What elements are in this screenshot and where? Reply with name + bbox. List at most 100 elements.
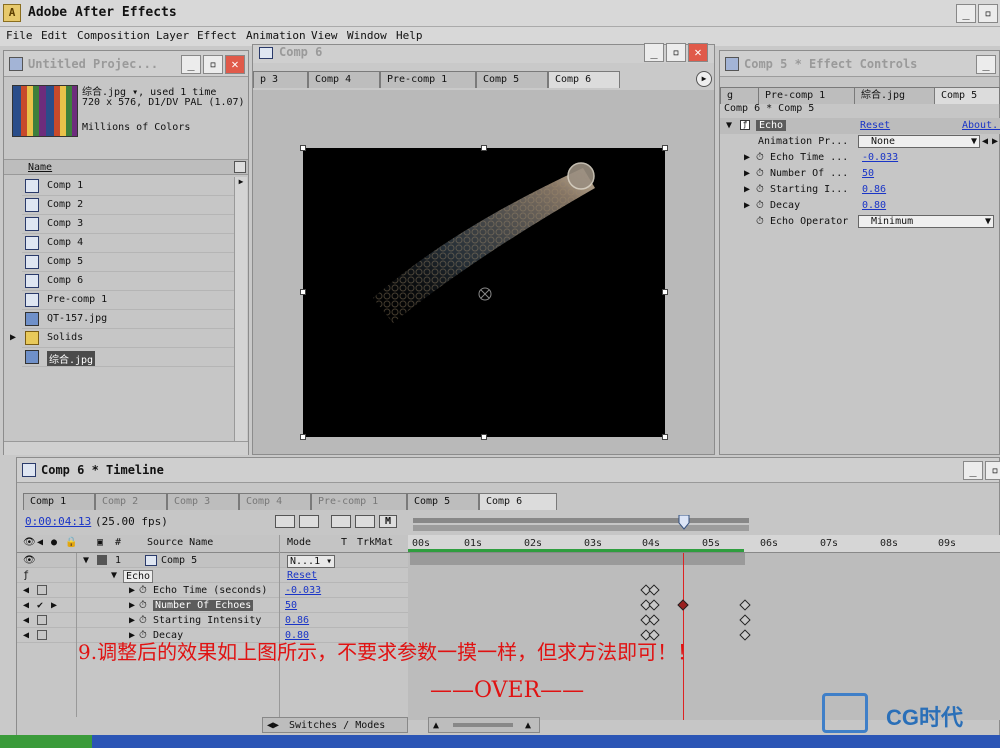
- transform-handle[interactable]: [300, 145, 306, 151]
- tab-comp-3[interactable]: p 3: [253, 71, 308, 88]
- property-value[interactable]: -0.033: [285, 585, 321, 596]
- expand-arrow-icon[interactable]: ▶: [744, 200, 750, 211]
- effect-tab[interactable]: g: [720, 87, 760, 104]
- project-item[interactable]: Comp 2: [22, 196, 234, 215]
- motion-blur-icon[interactable]: [299, 515, 319, 528]
- minimize-button[interactable]: _: [956, 4, 976, 23]
- expand-arrow-icon[interactable]: ▶: [10, 332, 16, 343]
- lock-icon[interactable]: 🔒: [65, 537, 77, 548]
- animation-presets-dropdown[interactable]: None ▼: [858, 135, 980, 148]
- expand-arrow-icon[interactable]: ▶: [129, 615, 135, 626]
- composition-canvas[interactable]: [300, 145, 668, 440]
- number-of-echoes-value[interactable]: 50: [862, 168, 874, 179]
- scroll-right-icon[interactable]: ▶: [235, 177, 247, 189]
- prev-preset-icon[interactable]: ◀: [982, 136, 988, 147]
- project-close-icon[interactable]: ✕: [225, 55, 245, 74]
- timeline-tab-comp-6[interactable]: Comp 6: [479, 493, 557, 510]
- markers-icon[interactable]: M: [379, 515, 397, 528]
- property-value[interactable]: 0.86: [285, 615, 309, 626]
- zoom-track[interactable]: [453, 723, 513, 727]
- effect-tab-comp-5[interactable]: Comp 5: [934, 87, 1000, 104]
- transform-handle[interactable]: [662, 145, 668, 151]
- transform-handle[interactable]: [662, 434, 668, 440]
- layer-duration-bar[interactable]: [410, 553, 745, 565]
- start-button[interactable]: [0, 735, 92, 748]
- tab-comp-4[interactable]: Comp 4: [308, 71, 380, 88]
- menu-animation[interactable]: Animation: [246, 29, 306, 42]
- viewer-maximize-button[interactable]: ▫: [666, 43, 686, 62]
- transform-handle[interactable]: [662, 289, 668, 295]
- keyframe-nav-icon[interactable]: ◀: [23, 600, 29, 611]
- work-area-bar[interactable]: [413, 518, 749, 523]
- timeline-tab[interactable]: Comp 1: [23, 493, 95, 510]
- add-keyframe-checkbox[interactable]: [37, 630, 47, 640]
- frame-blending-icon[interactable]: [355, 515, 375, 528]
- stopwatch-icon[interactable]: ⏱: [139, 600, 147, 611]
- echo-operator-dropdown[interactable]: Minimum ▼: [858, 215, 994, 228]
- project-item[interactable]: ▶ Solids: [10, 329, 234, 348]
- tab-comp-5[interactable]: Comp 5: [476, 71, 548, 88]
- draft-3d-icon[interactable]: [331, 515, 351, 528]
- project-item[interactable]: Comp 1: [22, 177, 234, 196]
- menu-window[interactable]: Window: [347, 29, 387, 42]
- decay-value[interactable]: 0.80: [862, 200, 886, 211]
- column-options-icon[interactable]: [234, 161, 246, 173]
- stopwatch-icon[interactable]: ⏱: [756, 168, 764, 179]
- label-color-icon[interactable]: [97, 555, 107, 565]
- project-item[interactable]: Comp 6: [22, 272, 234, 291]
- menu-composition[interactable]: Composition: [77, 29, 150, 42]
- stopwatch-icon[interactable]: ⏱: [139, 585, 147, 596]
- expand-arrow-icon[interactable]: ▶: [129, 600, 135, 611]
- next-preset-icon[interactable]: ▶: [992, 136, 998, 147]
- transform-handle[interactable]: [481, 145, 487, 151]
- project-item[interactable]: Comp 5: [22, 253, 234, 272]
- effect-about-link[interactable]: About...: [962, 120, 1000, 131]
- echo-time-value[interactable]: -0.033: [862, 152, 898, 163]
- stopwatch-icon[interactable]: ⏱: [756, 184, 764, 195]
- eye-icon[interactable]: 👁: [23, 537, 36, 548]
- viewer-minimize-button[interactable]: _: [644, 43, 664, 62]
- effect-reset-link[interactable]: Reset: [860, 120, 890, 131]
- effect-minimize-button[interactable]: _: [976, 55, 996, 74]
- menu-view[interactable]: View: [311, 29, 338, 42]
- collapse-arrow-icon[interactable]: ▼: [726, 120, 732, 131]
- timeline-minimize-button[interactable]: _: [963, 461, 983, 480]
- visibility-eye-icon[interactable]: 👁: [23, 555, 36, 566]
- menu-layer[interactable]: Layer: [156, 29, 189, 42]
- audio-icon[interactable]: ◀: [37, 537, 43, 548]
- zoom-out-icon[interactable]: ▲: [433, 720, 439, 731]
- source-name-header[interactable]: Source Name: [147, 537, 213, 548]
- effect-tab[interactable]: 綜合.jpg: [854, 87, 936, 104]
- tab-pre-comp-1[interactable]: Pre-comp 1: [380, 71, 476, 88]
- layer-source-name[interactable]: Comp 5: [161, 555, 197, 566]
- playhead-handle[interactable]: [678, 514, 690, 533]
- menu-file[interactable]: File: [6, 29, 33, 42]
- transform-handle[interactable]: [300, 434, 306, 440]
- project-item[interactable]: QT-157.jpg: [22, 310, 234, 329]
- stopwatch-icon[interactable]: ⏱: [756, 152, 764, 163]
- expand-arrow-icon[interactable]: ▶: [744, 184, 750, 195]
- keyframe-nav-icon[interactable]: ◀: [23, 615, 29, 626]
- keyframe-checkmark-icon[interactable]: ✔: [37, 600, 43, 611]
- fx-icon[interactable]: ƒ: [23, 570, 29, 581]
- stopwatch-icon[interactable]: ⏱: [139, 615, 147, 626]
- timeline-tab[interactable]: Comp 3: [167, 493, 239, 510]
- timeline-tab[interactable]: Comp 2: [95, 493, 167, 510]
- project-item[interactable]: 综合.jpg: [22, 348, 234, 367]
- project-item[interactable]: Pre-comp 1: [22, 291, 234, 310]
- current-timecode[interactable]: 0:00:04:13: [25, 515, 91, 528]
- timeline-tab[interactable]: Comp 5: [407, 493, 479, 510]
- timeline-tab[interactable]: Comp 4: [239, 493, 311, 510]
- menu-edit[interactable]: Edit: [41, 29, 68, 42]
- maximize-button[interactable]: ▫: [978, 4, 998, 23]
- keyframe-nav-icon[interactable]: ▶: [51, 600, 57, 611]
- expand-arrow-icon[interactable]: ▶: [744, 152, 750, 163]
- expand-arrow-icon[interactable]: ▶: [744, 168, 750, 179]
- effect-tab[interactable]: Pre-comp 1: [758, 87, 856, 104]
- timeline-tab[interactable]: Pre-comp 1: [311, 493, 407, 510]
- project-item[interactable]: Comp 4: [22, 234, 234, 253]
- expand-arrow-icon[interactable]: ▶: [129, 585, 135, 596]
- stopwatch-icon[interactable]: ⏱: [756, 216, 764, 227]
- twirl-down-arrow-icon[interactable]: ▼: [83, 555, 89, 566]
- transform-handle[interactable]: [300, 289, 306, 295]
